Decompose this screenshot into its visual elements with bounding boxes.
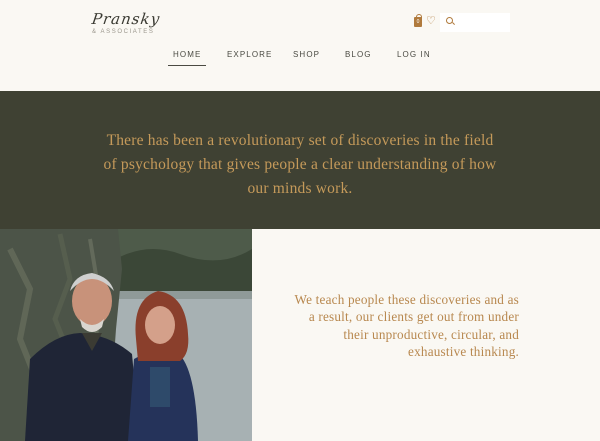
nav-item-shop[interactable]: SHOP xyxy=(293,50,320,59)
nav-item-explore[interactable]: EXPLORE xyxy=(227,50,273,59)
heart-icon[interactable]: ♡ xyxy=(426,14,438,28)
intro-text: We teach people these discoveries and as… xyxy=(294,292,519,360)
shopping-bag-icon[interactable]: 0 xyxy=(414,14,422,27)
nav-item-login[interactable]: LOG IN xyxy=(397,50,431,59)
hero-statement: There has been a revolutionary set of di… xyxy=(103,132,497,197)
main-nav: HOME EXPLORE SHOP BLOG LOG IN xyxy=(0,50,600,70)
founders-photo xyxy=(0,229,252,441)
cart-count: 0 xyxy=(416,19,420,25)
nav-item-blog[interactable]: BLOG xyxy=(345,50,372,59)
founders-photo-illustration xyxy=(0,229,252,441)
intro-section: We teach people these discoveries and as… xyxy=(252,229,600,441)
hero-banner: There has been a revolutionary set of di… xyxy=(0,91,600,229)
nav-item-home[interactable]: HOME xyxy=(167,50,207,66)
logo[interactable]: Pransky & ASSOCIATES xyxy=(90,10,182,40)
site-header: Pransky & ASSOCIATES 0 ♡ HOME EXPLORE SH… xyxy=(0,0,600,91)
search-input[interactable] xyxy=(456,15,508,30)
search-icon[interactable] xyxy=(446,17,453,24)
logo-subtitle: & ASSOCIATES xyxy=(92,29,155,35)
logo-wordmark: Pransky xyxy=(90,10,162,28)
search-box xyxy=(440,13,510,32)
